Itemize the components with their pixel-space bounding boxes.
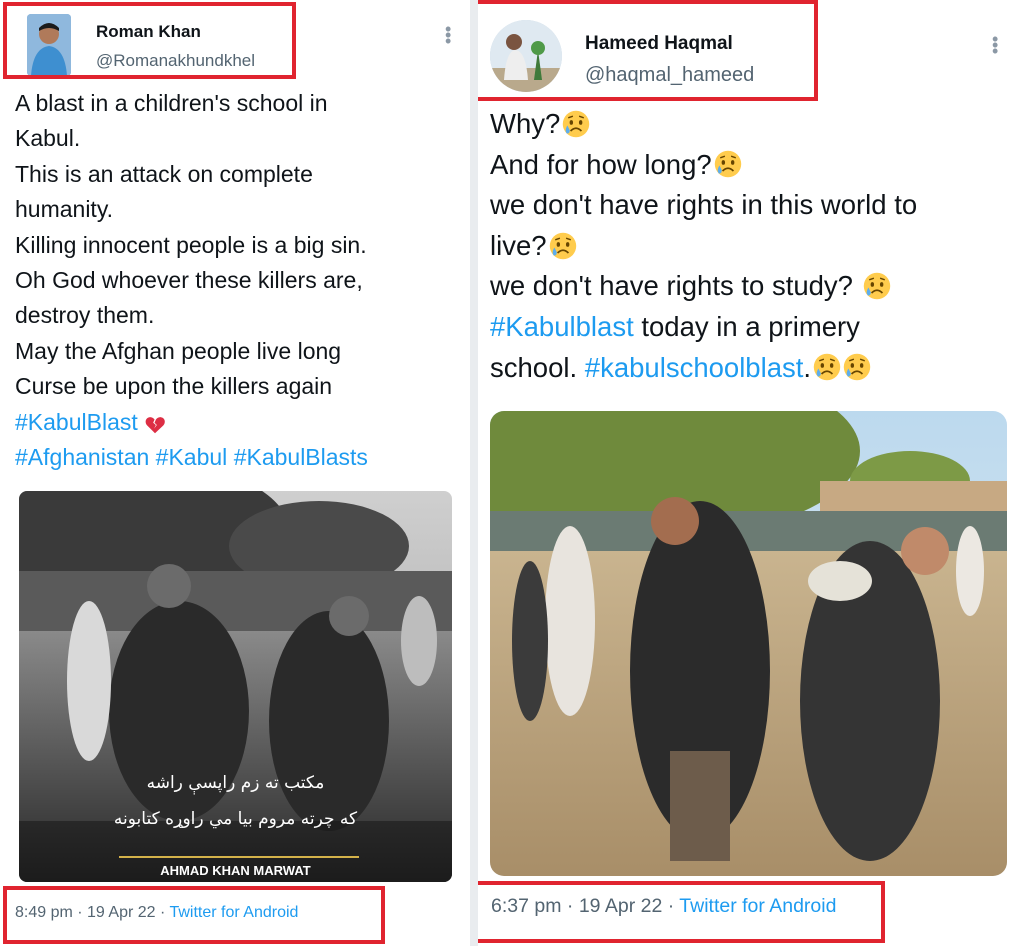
text-line: today in a primery bbox=[633, 310, 860, 342]
tweet-hameed-haqmal: Hameed Haqmal @haqmal_hameed • • • Why? An… bbox=[478, 0, 1024, 946]
text-line: Kabul. bbox=[15, 125, 81, 152]
tweet-roman-khan: Roman Khan @Romanakhundkhel • • • A blast … bbox=[0, 0, 470, 946]
text-line: we don't have rights to study? bbox=[490, 270, 853, 302]
text-line: live? bbox=[490, 229, 547, 261]
photo-image bbox=[490, 411, 1007, 876]
text-line: school. bbox=[490, 351, 585, 383]
text-line: Curse be upon the killers again bbox=[15, 373, 333, 400]
hashtag-link[interactable]: #Kabul bbox=[156, 444, 228, 470]
sad-tear-emoji bbox=[863, 271, 891, 300]
photo-credit: AHMAD KHAN MARWAT bbox=[160, 863, 311, 878]
hashtag-link[interactable]: #Kabulblast bbox=[490, 311, 634, 342]
hashtag-link[interactable]: #kabulschoolblast bbox=[585, 352, 804, 383]
text-line: we don't have rights in this world to bbox=[490, 189, 918, 221]
text-line: A blast in a children's school in bbox=[15, 90, 328, 116]
highlight-box bbox=[3, 2, 296, 79]
highlight-box bbox=[478, 0, 818, 101]
text-line: This is an attack on complete bbox=[15, 160, 313, 187]
text-line: Why? bbox=[490, 108, 561, 139]
tweet-photo[interactable] bbox=[490, 411, 1007, 876]
hashtag-line: #KabulBlast bbox=[15, 405, 368, 440]
hashtags-line: #Afghanistan #Kabul #KabulBlasts bbox=[15, 440, 368, 475]
photo-caption: مکتب ته زم راپسې راشه bbox=[146, 773, 325, 793]
sad-tear-emoji bbox=[843, 352, 871, 381]
text-line: And for how long? bbox=[490, 148, 712, 180]
sad-tear-emoji bbox=[549, 231, 577, 259]
sad-tear-emoji bbox=[562, 109, 590, 137]
text-line: . bbox=[803, 351, 812, 383]
text-line: humanity. bbox=[15, 196, 114, 223]
text-line: destroy them. bbox=[15, 302, 155, 329]
sad-tear-emoji bbox=[714, 149, 742, 178]
sad-tear-emoji bbox=[813, 352, 841, 381]
text-line: Killing innocent people is a big sin. bbox=[15, 231, 367, 258]
more-options-icon[interactable]: • • • bbox=[992, 30, 998, 60]
tweet-text: Why? And for how long? we don't have rig… bbox=[490, 104, 917, 388]
text-line: May the Afghan people live long bbox=[15, 337, 342, 364]
broken-heart-emoji bbox=[144, 411, 166, 433]
panel-divider bbox=[470, 0, 478, 946]
more-options-icon[interactable]: • • • bbox=[445, 20, 451, 50]
hashtag-link[interactable]: #KabulBlasts bbox=[234, 444, 368, 470]
photo-caption: که چرته مروم بیا مي راوړه کتابونه bbox=[113, 809, 358, 829]
hashtag-link[interactable]: #KabulBlast bbox=[15, 409, 138, 435]
tweet-text: A blast in a children's school in Kabul.… bbox=[15, 86, 368, 475]
hashtag-link[interactable]: #Afghanistan bbox=[15, 444, 149, 470]
highlight-box bbox=[478, 881, 885, 943]
text-line: Oh God whoever these killers are, bbox=[15, 267, 363, 294]
highlight-box bbox=[3, 886, 385, 944]
tweet-photo[interactable]: مکتب ته زم راپسې راشه که چرته مروم بیا م… bbox=[19, 491, 452, 882]
